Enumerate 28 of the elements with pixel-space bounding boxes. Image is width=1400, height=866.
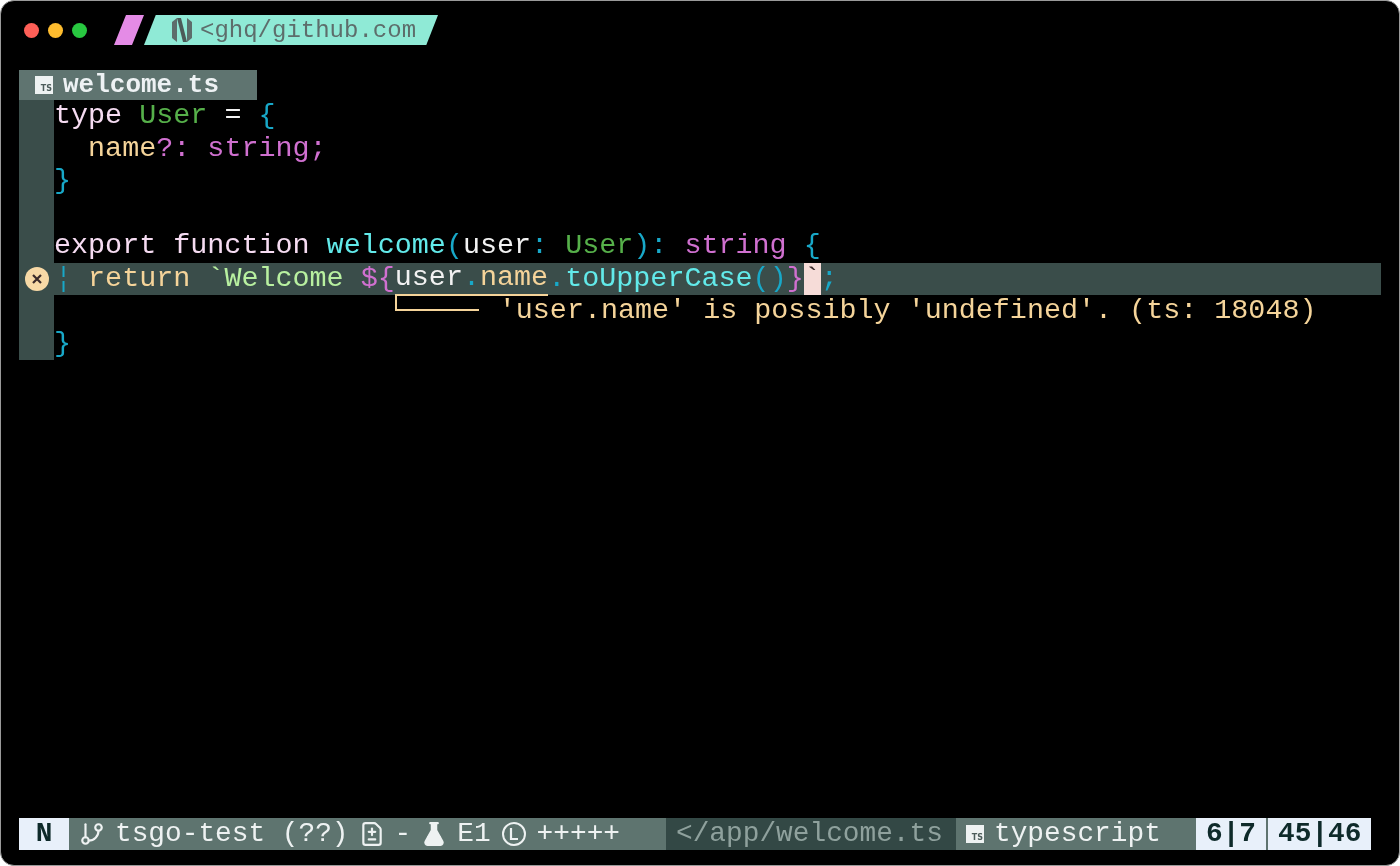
file-path: </app/welcome.ts: [666, 818, 956, 850]
mode-indicator: N: [19, 818, 69, 850]
code-line: export function welcome(user: User): string {: [54, 230, 821, 263]
file-tab[interactable]: TS welcome.ts: [19, 70, 257, 100]
status-text: +++++: [536, 818, 620, 850]
prompt-segment: [114, 15, 144, 45]
status-text: E1: [457, 818, 491, 850]
code-line: name?: string;: [87, 132, 327, 165]
code-line: }: [54, 165, 72, 198]
filetype-label: typescript: [994, 818, 1161, 850]
code-line: return `Welcome ${user.name.toUpperCase()}`;: [54, 262, 838, 295]
file-type-badge: TS: [966, 825, 984, 843]
diagnostic-message: 'user.name' is possibly 'undefined'. (ts: 18048): [498, 295, 1317, 328]
code-line: type User = {: [54, 100, 276, 133]
minimize-button[interactable]: [48, 22, 63, 38]
status-text: tsgo-test (??): [115, 818, 349, 850]
close-button[interactable]: [24, 22, 39, 38]
cursor-position: 6|7: [1196, 818, 1267, 850]
logo-icon: [172, 18, 192, 42]
cursor-position: 45|46: [1268, 818, 1372, 850]
prompt-path: <ghq/github.com: [200, 16, 417, 44]
zoom-button[interactable]: [72, 22, 87, 38]
file-type-badge: TS: [35, 76, 53, 94]
code-line: }: [54, 327, 72, 360]
l-circle-icon: [500, 821, 527, 847]
indent-guide-icon: [62, 265, 65, 292]
branch-icon: [79, 821, 105, 847]
status-text: -: [394, 818, 412, 850]
